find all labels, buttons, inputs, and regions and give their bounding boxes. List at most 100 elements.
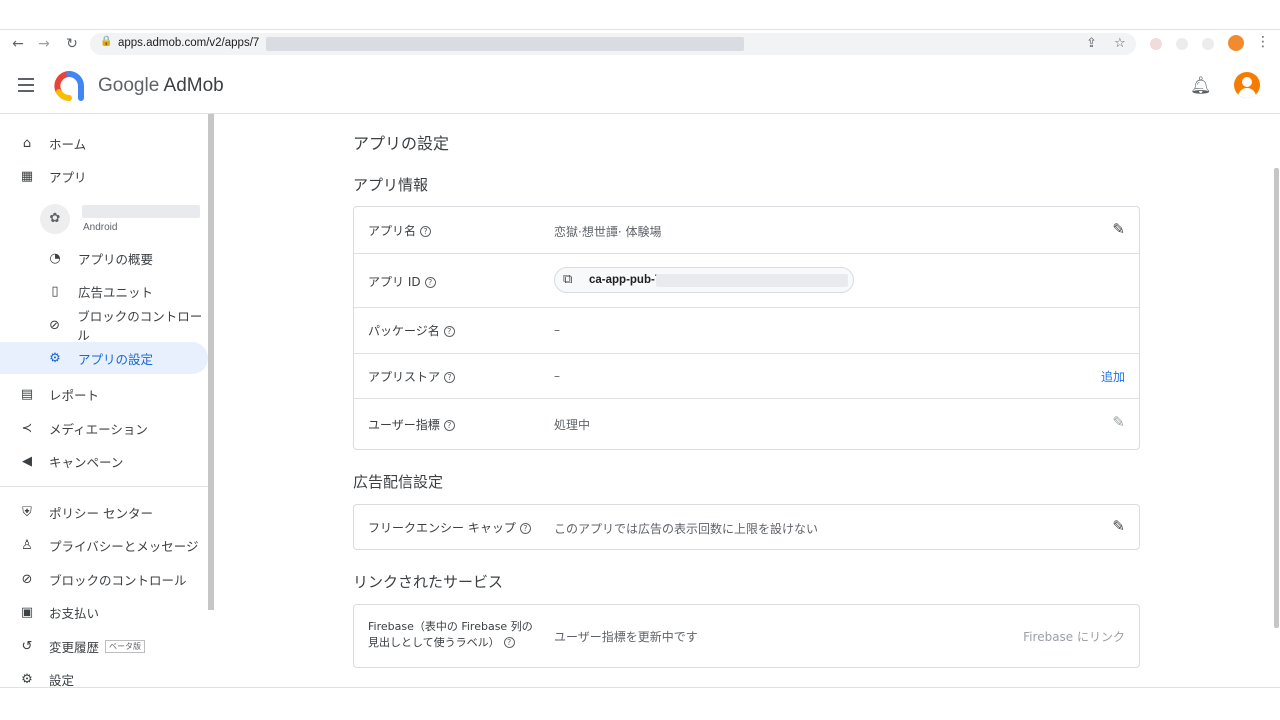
app-store-row: アプリストア? – 追加 <box>354 354 1139 399</box>
section-title-app-info: アプリ情報 <box>353 176 429 194</box>
extension-icon[interactable] <box>1150 38 1162 50</box>
help-icon[interactable]: ? <box>444 372 456 383</box>
package-name-label: パッケージ名 <box>368 324 440 338</box>
sidebar-item-policy-center[interactable]: ⛨ ポリシー センター <box>0 496 208 528</box>
help-icon[interactable]: ? <box>420 226 432 237</box>
selected-app[interactable]: ✿ Android <box>40 202 210 236</box>
help-icon[interactable]: ? <box>424 277 436 288</box>
app-header: Google AdMob 🔔︎ <box>0 58 1280 114</box>
home-icon: ⌂ <box>22 135 32 151</box>
section-title-ad-delivery: 広告配信設定 <box>353 473 444 491</box>
help-icon[interactable]: ? <box>503 637 515 648</box>
section-title-linked-services: リンクされたサービス <box>353 573 504 591</box>
firebase-label-line2: 見出しとして使うラベル） <box>368 636 500 649</box>
share-icon[interactable]: ⇪ <box>1086 36 1097 51</box>
back-icon[interactable]: ← <box>8 34 28 54</box>
firebase-value: ユーザー指標を更新中です <box>554 630 698 644</box>
bookmark-star-icon[interactable]: ☆ <box>1114 36 1126 51</box>
app-id-value: ca-app-pub-7 <box>589 274 662 286</box>
sidebar-divider <box>0 486 208 487</box>
app-name-row: アプリ名? 恋獄·想世譚· 体験場 ✎ <box>354 207 1139 254</box>
main-content: アプリの設定 アプリ情報 アプリ名? 恋獄·想世譚· 体験場 ✎ アプリ ID?… <box>214 114 1272 688</box>
url-text[interactable]: apps.admob.com/v2/apps/7 <box>118 37 259 49</box>
avatar[interactable] <box>1234 72 1260 98</box>
sidebar-item-app-overview[interactable]: ◔ アプリの概要 <box>0 242 208 274</box>
gauge-icon: ◔ <box>49 250 61 266</box>
beta-badge: ベータ版 <box>105 639 146 653</box>
browser-menu-icon[interactable]: ⋮ <box>1256 34 1270 50</box>
sidebar-item-apps[interactable]: ▦ アプリ <box>0 160 208 192</box>
report-icon: ▤ <box>20 386 34 402</box>
block-icon: ⊘ <box>21 571 33 587</box>
forward-icon[interactable]: → <box>34 34 54 54</box>
main-scrollbar[interactable] <box>1274 168 1279 628</box>
app-store-label: アプリストア <box>368 370 441 384</box>
brand-title: Google AdMob <box>98 75 224 96</box>
settings-box-icon: ⚙ <box>49 350 61 366</box>
app-store-value: – <box>554 369 560 383</box>
android-icon: ✿ <box>40 204 70 234</box>
sidebar-item-mediation[interactable]: ≺ メディエーション <box>0 412 208 444</box>
reload-icon[interactable]: ↻ <box>62 34 82 54</box>
firebase-row: Firebase（表中の Firebase 列の 見出しとして使うラベル）? ユ… <box>354 605 1139 667</box>
sidebar-item-ad-units[interactable]: ▯ 広告ユニット <box>0 275 208 307</box>
help-icon[interactable]: ? <box>443 326 455 337</box>
sidebar-item-change-history[interactable]: ↺ 変更履歴 ベータ版 <box>0 630 208 662</box>
browser-profile-icon[interactable] <box>1228 35 1244 51</box>
user-metrics-label: ユーザー指標 <box>368 418 440 432</box>
app-platform: Android <box>83 222 118 233</box>
admob-logo-icon <box>54 71 84 101</box>
sidebar-item-payments[interactable]: ▣ お支払い <box>0 596 208 628</box>
history-icon: ↺ <box>21 638 33 654</box>
app-name-label: アプリ名 <box>368 224 417 238</box>
url-redacted <box>266 37 744 51</box>
edit-pencil-icon[interactable]: ✎ <box>1112 517 1125 535</box>
frequency-cap-row: フリークエンシー キャップ? このアプリでは広告の表示回数に上限を設けない ✎ <box>354 505 1139 549</box>
frequency-cap-value: このアプリでは広告の表示回数に上限を設けない <box>554 522 819 536</box>
privacy-icon: ♙ <box>21 537 33 553</box>
app-id-chip[interactable]: ⧉ ca-app-pub-7 <box>554 267 854 293</box>
sidebar-item-home[interactable]: ⌂ ホーム <box>0 127 208 159</box>
extension-icon[interactable] <box>1202 38 1214 50</box>
payments-icon: ▣ <box>20 604 34 620</box>
sidebar-item-campaigns[interactable]: ◀ キャンペーン <box>0 445 208 477</box>
sidebar: ⌂ ホーム ▦ アプリ ✿ Android ◔ アプリの概要 ▯ 広告ユニット ⊘ ブロッ… <box>0 114 212 688</box>
firebase-label-line1: Firebase（表中の Firebase 列の <box>368 620 533 633</box>
edit-pencil-icon[interactable]: ✎ <box>1112 220 1125 238</box>
frequency-cap-label: フリークエンシー キャップ <box>368 521 516 535</box>
edit-pencil-icon[interactable]: ✎ <box>1112 413 1125 431</box>
apps-grid-icon: ▦ <box>20 168 34 184</box>
ad-delivery-card: フリークエンシー キャップ? このアプリでは広告の表示回数に上限を設けない ✎ <box>353 504 1140 550</box>
link-firebase-link[interactable]: Firebase にリンク <box>1023 628 1125 645</box>
hamburger-menu-icon[interactable] <box>18 78 34 92</box>
help-icon[interactable]: ? <box>443 420 455 431</box>
user-metrics-row: ユーザー指標? 処理中 ✎ <box>354 399 1139 449</box>
copy-icon[interactable]: ⧉ <box>563 272 572 287</box>
address-bar[interactable]: 🔒 apps.admob.com/v2/apps/7 ⇪ ☆ <box>90 33 1136 55</box>
block-icon: ⊘ <box>49 317 61 333</box>
sidebar-item-privacy-messaging[interactable]: ♙ プライバシーとメッセージ <box>0 529 208 561</box>
shield-icon: ⛨ <box>22 504 32 520</box>
linked-services-card: Firebase（表中の Firebase 列の 見出しとして使うラベル）? ユ… <box>353 604 1140 668</box>
mediation-icon: ≺ <box>21 420 33 436</box>
sidebar-item-blocking-controls[interactable]: ⊘ ブロックのコントロール <box>0 309 208 343</box>
add-store-link[interactable]: 追加 <box>1101 368 1125 385</box>
sidebar-item-blocking-controls-2[interactable]: ⊘ ブロックのコントロール <box>0 563 208 595</box>
user-metrics-value: 処理中 <box>554 418 591 432</box>
bell-icon[interactable]: 🔔︎ <box>1190 76 1212 96</box>
app-name-value: 恋獄·想世譚· 体験場 <box>554 225 662 239</box>
app-info-card: アプリ名? 恋獄·想世譚· 体験場 ✎ アプリ ID? ⧉ ca-app-pub… <box>353 206 1140 450</box>
app-id-redacted <box>656 274 848 287</box>
bottom-area <box>0 688 1280 720</box>
page-title: アプリの設定 <box>353 134 450 153</box>
sidebar-item-app-settings[interactable]: ⚙ アプリの設定 <box>0 342 208 374</box>
app-name-redacted <box>82 205 200 218</box>
browser-tab-strip <box>0 0 1280 30</box>
lock-icon: 🔒 <box>100 36 113 47</box>
help-icon[interactable]: ? <box>519 523 531 534</box>
extension-icon[interactable] <box>1176 38 1188 50</box>
app-id-label: アプリ ID <box>368 275 421 289</box>
package-name-row: パッケージ名? – <box>354 308 1139 354</box>
sidebar-item-reports[interactable]: ▤ レポート <box>0 378 208 410</box>
app-id-row: アプリ ID? ⧉ ca-app-pub-7 <box>354 254 1139 308</box>
